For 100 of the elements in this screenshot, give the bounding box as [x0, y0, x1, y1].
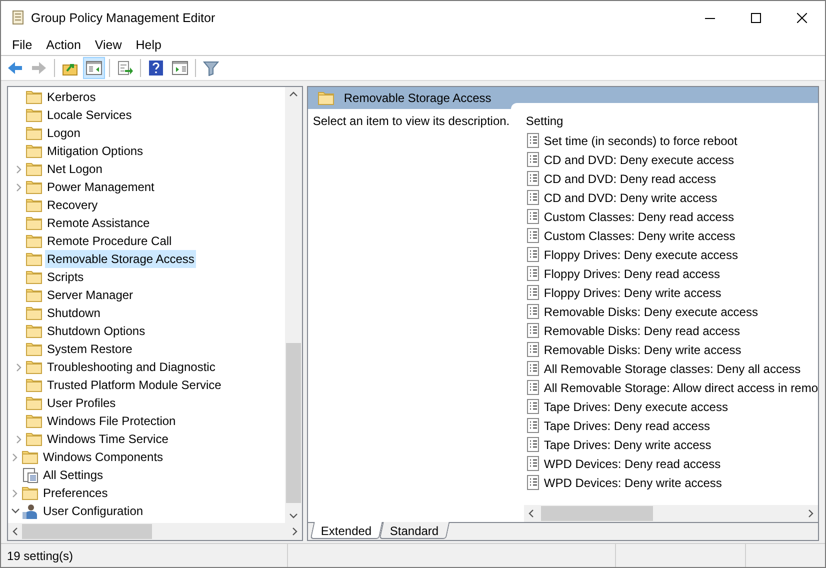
forward-arrow-icon: [31, 60, 47, 76]
tree-item[interactable]: All Settings: [41, 466, 106, 484]
setting-item[interactable]: Custom Classes: Deny write access: [544, 226, 736, 244]
tree-item[interactable]: Kerberos: [45, 88, 98, 106]
policy-setting-icon: [526, 285, 539, 300]
folder-icon: [26, 126, 42, 140]
tree-item[interactable]: Power Management: [45, 178, 156, 196]
setting-item[interactable]: Removable Disks: Deny execute access: [544, 302, 758, 320]
folder-icon: [26, 378, 42, 392]
folder-icon: [26, 108, 42, 122]
menu-item[interactable]: Action: [39, 36, 88, 54]
setting-item[interactable]: WPD Devices: Deny read access: [544, 454, 721, 472]
console-tree-icon: [86, 60, 102, 76]
setting-item[interactable]: All Removable Storage classes: Deny all access: [544, 360, 801, 378]
setting-item[interactable]: Removable Disks: Deny write access: [544, 340, 742, 358]
tree-item[interactable]: Remote Assistance: [45, 214, 152, 232]
scroll-right-icon[interactable]: [808, 509, 814, 518]
setting-item[interactable]: CD and DVD: Deny execute access: [544, 150, 734, 168]
horizontal-scrollbar[interactable]: [524, 505, 818, 522]
policy-setting-icon: [526, 475, 539, 490]
setting-item[interactable]: Floppy Drives: Deny write access: [544, 284, 722, 302]
status-text: 19 setting(s): [7, 548, 74, 564]
tree-item[interactable]: Locale Services: [45, 106, 134, 124]
policy-setting-icon: [526, 380, 539, 395]
policy-setting-icon: [526, 456, 539, 471]
setting-item[interactable]: Floppy Drives: Deny read access: [544, 264, 720, 282]
menu-item[interactable]: View: [88, 36, 129, 54]
tree-item[interactable]: Troubleshooting and Diagnostic: [45, 358, 218, 376]
view-tab[interactable]: Extended: [310, 522, 382, 539]
tree-item[interactable]: User Profiles: [45, 394, 118, 412]
chevron-right-icon[interactable]: [16, 362, 22, 372]
scrollbar-thumb[interactable]: [286, 343, 301, 503]
tree-item[interactable]: User Configuration: [41, 502, 146, 520]
chevron-right-icon[interactable]: [12, 488, 18, 498]
folder-icon: [26, 342, 42, 356]
folder-icon: [26, 360, 42, 374]
tree-item[interactable]: Logon: [45, 124, 82, 142]
setting-item[interactable]: CD and DVD: Deny read access: [544, 170, 716, 188]
policy-setting-icon: [526, 133, 539, 148]
details-title: Removable Storage Access: [344, 90, 492, 107]
help-icon: [148, 60, 164, 76]
close-icon: [797, 13, 807, 23]
setting-item[interactable]: Tape Drives: Deny execute access: [544, 398, 728, 416]
setting-item[interactable]: All Removable Storage: Allow direct access in remo: [544, 378, 818, 396]
scroll-left-icon[interactable]: [12, 527, 18, 536]
view-tab[interactable]: Standard: [378, 522, 450, 539]
scroll-up-icon[interactable]: [288, 91, 298, 97]
policy-setting-icon: [526, 190, 539, 205]
tree-item[interactable]: Preferences: [41, 484, 110, 502]
setting-item[interactable]: Floppy Drives: Deny execute access: [544, 246, 738, 264]
scrollbar-thumb[interactable]: [540, 506, 653, 521]
setting-item[interactable]: Custom Classes: Deny read access: [544, 208, 734, 226]
menu-item[interactable]: Help: [128, 36, 168, 54]
policy-setting-icon: [526, 152, 539, 167]
chevron-down-icon[interactable]: [10, 508, 20, 514]
folder-icon: [26, 288, 42, 302]
filter-icon: [203, 60, 219, 76]
setting-item[interactable]: WPD Devices: Deny write access: [544, 474, 722, 492]
tree-item[interactable]: Recovery: [45, 196, 100, 214]
scroll-right-icon[interactable]: [292, 527, 298, 536]
tree-item[interactable]: Shutdown: [45, 304, 102, 322]
column-header[interactable]: Setting: [526, 114, 564, 128]
user-icon: [22, 503, 38, 519]
tree-item[interactable]: System Restore: [45, 340, 134, 358]
folder-icon: [26, 414, 42, 428]
folder-icon: [26, 306, 42, 320]
tree-item[interactable]: Remote Procedure Call: [45, 232, 174, 250]
tree-item[interactable]: Server Manager: [45, 286, 136, 304]
tree-item[interactable]: Trusted Platform Module Service: [45, 376, 224, 394]
tree-item[interactable]: Windows File Protection: [45, 412, 178, 430]
tree-item[interactable]: Windows Components: [41, 448, 166, 466]
tree-item[interactable]: Scripts: [45, 268, 86, 286]
tree-item[interactable]: Removable Storage Access: [45, 250, 196, 268]
setting-item[interactable]: Removable Disks: Deny read access: [544, 322, 740, 340]
scrollbar-thumb[interactable]: [22, 524, 152, 539]
menu-item[interactable]: File: [5, 36, 40, 54]
tree-item[interactable]: Windows Time Service: [45, 430, 170, 448]
folder-icon: [26, 90, 42, 104]
policy-setting-icon: [526, 323, 539, 338]
setting-item[interactable]: Tape Drives: Deny read access: [544, 416, 710, 434]
toolbar-button[interactable]: [83, 57, 105, 79]
horizontal-scrollbar[interactable]: [8, 523, 302, 540]
setting-item[interactable]: Tape Drives: Deny write access: [544, 436, 712, 454]
setting-item[interactable]: CD and DVD: Deny write access: [544, 188, 718, 206]
settings-list-icon: [22, 467, 38, 483]
folder-icon: [26, 198, 42, 212]
setting-item[interactable]: Set time (in seconds) to force reboot: [544, 132, 738, 150]
folder-icon: [318, 91, 334, 105]
tree-item[interactable]: Shutdown Options: [45, 322, 148, 340]
description-text: Select an item to view its description.: [312, 114, 510, 128]
back-arrow-icon: [7, 60, 23, 76]
scroll-left-icon[interactable]: [528, 509, 534, 518]
folder-icon: [26, 396, 42, 410]
folder-icon: [26, 252, 42, 266]
vertical-scrollbar[interactable]: [284, 87, 302, 523]
tree-item[interactable]: Mitigation Options: [45, 142, 146, 160]
policy-setting-icon: [526, 342, 539, 357]
tree-item[interactable]: Net Logon: [45, 160, 104, 178]
folder-icon: [22, 486, 38, 500]
scroll-down-icon[interactable]: [288, 513, 298, 519]
